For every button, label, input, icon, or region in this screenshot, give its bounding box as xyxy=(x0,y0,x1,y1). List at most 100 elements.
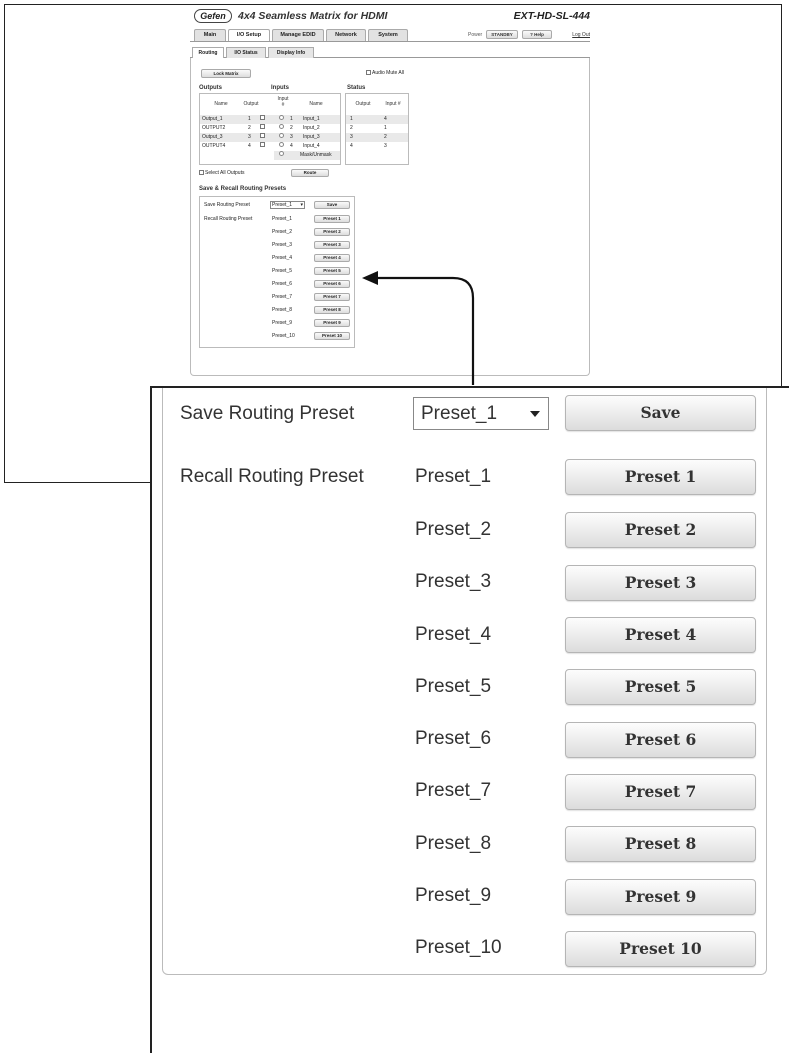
route-button[interactable]: Route xyxy=(291,169,329,177)
mini-recall-label: Recall Routing Preset xyxy=(204,216,253,222)
chevron-down-icon xyxy=(530,411,540,417)
table-row: 14 xyxy=(346,115,408,124)
table-row: 32 xyxy=(346,133,408,142)
select-all-label: Select All Outputs xyxy=(205,170,245,176)
save-preset-select[interactable]: Preset_1 xyxy=(413,397,549,430)
main-tab-bar: Main I/O Setup Manage EDID Network Syste… xyxy=(190,28,590,42)
chevron-down-icon: ▾ xyxy=(300,202,303,208)
subtab-display-info[interactable]: Display Info xyxy=(268,47,314,58)
mini-preset-1-button[interactable]: Preset 1 xyxy=(314,215,350,223)
status-output: 3 xyxy=(350,134,353,140)
preset-7-button[interactable]: Preset 7 xyxy=(565,774,756,810)
standby-button[interactable]: STANDBY xyxy=(486,30,518,39)
table-row: OUTPUT2 2 2 Input_2 xyxy=(200,124,340,133)
mini-preset-name: Preset_3 xyxy=(272,242,293,248)
input-name: Input_3 xyxy=(303,134,320,140)
logout-link[interactable]: Log Out xyxy=(572,32,590,38)
tab-main[interactable]: Main xyxy=(194,29,226,41)
col-status-input: Input # xyxy=(385,101,401,107)
table-row: Output_1 1 1 Input_1 xyxy=(200,115,340,124)
table-row: Output_3 3 3 Input_3 xyxy=(200,133,340,142)
output-num: 1 xyxy=(248,116,251,122)
preset-9-button[interactable]: Preset 9 xyxy=(565,879,756,915)
output-name: OUTPUT4 xyxy=(202,143,226,149)
table-row: OUTPUT4 4 4 Input_4 xyxy=(200,142,340,151)
status-input: 2 xyxy=(384,134,387,140)
mini-preset-9-button[interactable]: Preset 9 xyxy=(314,319,350,327)
preset-name: Preset_6 xyxy=(415,728,492,749)
mini-preset-row: Preset_9 Preset 9 xyxy=(200,319,354,328)
mini-preset-name: Preset_8 xyxy=(272,307,293,313)
tab-io-setup[interactable]: I/O Setup xyxy=(228,29,270,41)
subtab-io-status[interactable]: I/O Status xyxy=(226,47,266,58)
tab-network[interactable]: Network xyxy=(326,29,366,41)
mini-preset-name: Preset_4 xyxy=(272,255,293,261)
preset-1-button[interactable]: Preset 1 xyxy=(565,459,756,495)
mini-preset-row: Preset_10 Preset 10 xyxy=(200,332,354,341)
mini-preset-2-button[interactable]: Preset 2 xyxy=(314,228,350,236)
mini-preset-row: Preset_3 Preset 3 xyxy=(200,241,354,250)
output-num: 3 xyxy=(248,134,251,140)
output-name: OUTPUT2 xyxy=(202,125,226,131)
preset-name: Preset_4 xyxy=(415,624,492,645)
preset-10-button[interactable]: Preset 10 xyxy=(565,931,756,967)
preset-2-button[interactable]: Preset 2 xyxy=(565,512,756,548)
mini-preset-row: Preset_5 Preset 5 xyxy=(200,267,354,276)
preset-8-button[interactable]: Preset 8 xyxy=(565,826,756,862)
preset-name: Preset_5 xyxy=(415,676,492,697)
mini-preset-3-button[interactable]: Preset 3 xyxy=(314,241,350,249)
mini-preset-row: Preset_4 Preset 4 xyxy=(200,254,354,263)
mini-preset-name: Preset_5 xyxy=(272,268,293,274)
col-input-num: Input # xyxy=(277,96,289,108)
preset-5-button[interactable]: Preset 5 xyxy=(565,669,756,705)
outputs-label: Outputs xyxy=(199,85,222,91)
preset-name: Preset_7 xyxy=(415,780,492,801)
preset-4-button[interactable]: Preset 4 xyxy=(565,617,756,653)
preset-name: Preset_8 xyxy=(415,833,492,854)
col-status-output: Output xyxy=(355,101,371,107)
mini-save-button[interactable]: Save xyxy=(314,201,350,209)
lock-matrix-button[interactable]: Lock Matrix xyxy=(201,69,251,78)
mini-preset-name: Preset_10 xyxy=(272,333,295,339)
checkbox-icon xyxy=(199,170,204,176)
tab-manage-edid[interactable]: Manage EDID xyxy=(272,29,324,41)
preset-3-button[interactable]: Preset 3 xyxy=(565,565,756,601)
preset-name: Preset_9 xyxy=(415,885,492,906)
mini-preset-7-button[interactable]: Preset 7 xyxy=(314,293,350,301)
tab-system[interactable]: System xyxy=(368,29,408,41)
mini-save-label: Save Routing Preset xyxy=(204,202,250,208)
mini-preset-name: Preset_9 xyxy=(272,320,293,326)
mini-preset-4-button[interactable]: Preset 4 xyxy=(314,254,350,262)
presets-section-label: Save & Recall Routing Presets xyxy=(199,186,287,192)
routing-table: Name Output Input # Name Output_1 1 1 In… xyxy=(199,93,341,165)
mask-row: Mask/Unmask xyxy=(274,151,340,160)
mini-preset-10-button[interactable]: Preset 10 xyxy=(314,332,350,340)
mini-save-row: Save Routing Preset Preset_1 ▾ Save xyxy=(200,201,354,210)
mini-preset-name: Preset_1 xyxy=(272,216,293,222)
save-button[interactable]: Save xyxy=(565,395,756,431)
mini-preset-row: Recall Routing Preset Preset_1 Preset 1 xyxy=(200,215,354,224)
sub-tab-bar: Routing I/O Status Display Info xyxy=(190,46,590,58)
status-output: 4 xyxy=(350,143,353,149)
mini-preset-5-button[interactable]: Preset 5 xyxy=(314,267,350,275)
help-button[interactable]: ? Help xyxy=(522,30,552,39)
header: Gefen 4x4 Seamless Matrix for HDMI EXT-H… xyxy=(190,8,590,24)
gefen-logo: Gefen xyxy=(194,9,232,23)
subtab-routing[interactable]: Routing xyxy=(192,47,224,58)
status-output: 2 xyxy=(350,125,353,131)
mini-preset-select[interactable]: Preset_1 ▾ xyxy=(270,201,305,209)
status-input: 3 xyxy=(384,143,387,149)
mini-preset-box: Save Routing Preset Preset_1 ▾ Save Recal… xyxy=(199,196,355,348)
callout-arrow-icon xyxy=(362,271,475,385)
mini-preset-8-button[interactable]: Preset 8 xyxy=(314,306,350,314)
col-output: Output xyxy=(243,101,259,107)
power-label: Power xyxy=(468,32,483,38)
mini-preset-6-button[interactable]: Preset 6 xyxy=(314,280,350,288)
select-all-outputs-checkbox[interactable]: Select All Outputs xyxy=(199,170,244,176)
input-num: 3 xyxy=(290,134,293,140)
recall-routing-preset-label: Recall Routing Preset xyxy=(180,466,364,487)
audio-mute-all-checkbox[interactable]: Audio Mute All xyxy=(366,70,404,76)
output-name: Output_3 xyxy=(202,134,223,140)
preset-6-button[interactable]: Preset 6 xyxy=(565,722,756,758)
input-name: Input_1 xyxy=(303,116,320,122)
